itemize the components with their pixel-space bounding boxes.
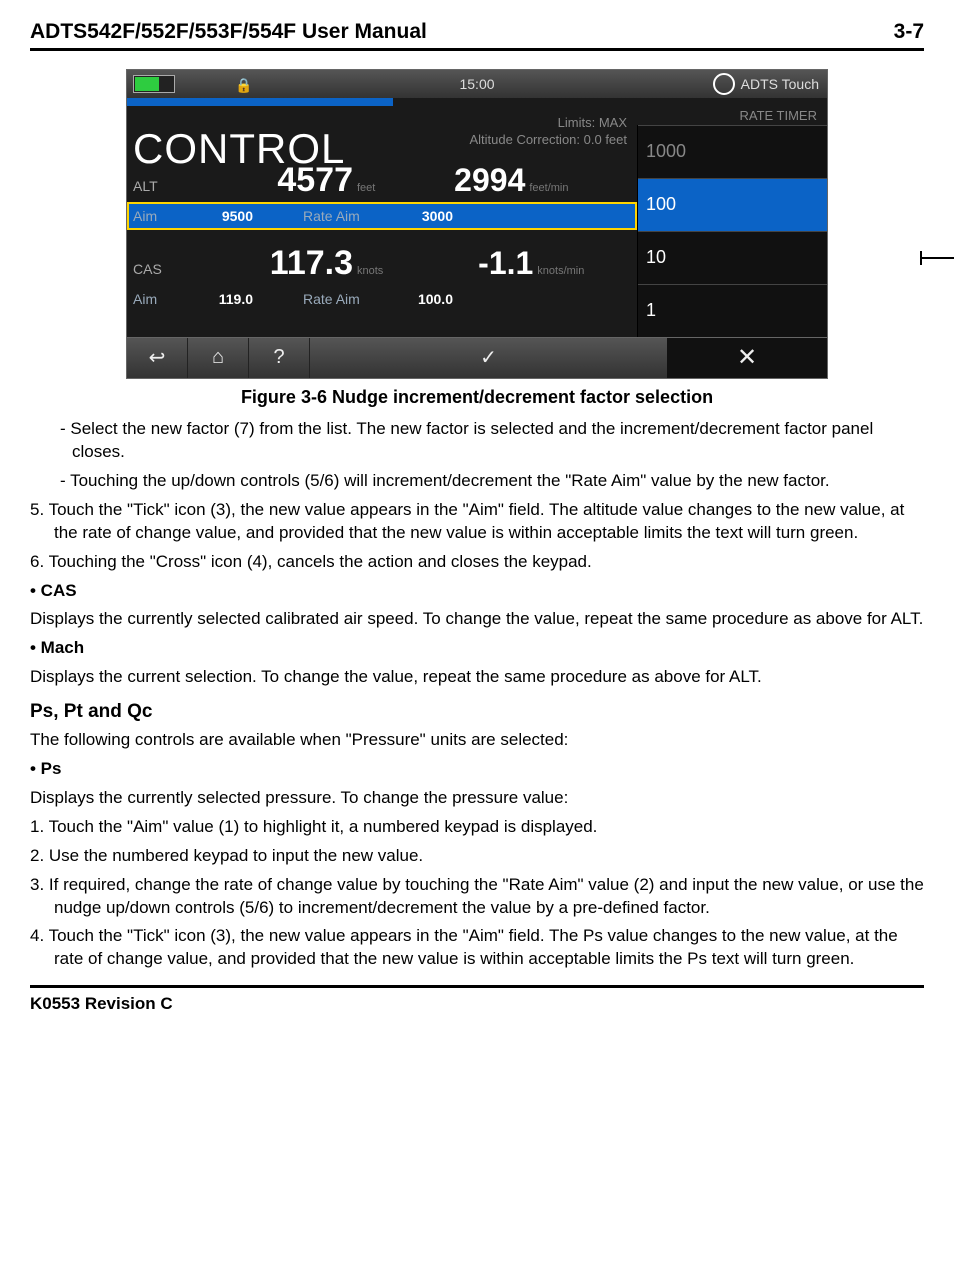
alt-rate: 2994 <box>375 162 525 199</box>
alt-aim-value[interactable]: 9500 <box>183 208 253 224</box>
bottom-toolbar: ↩ ⌂ ? ✓ ✕ <box>127 337 827 378</box>
sub-step-2: - Touching the up/down controls (5/6) wi… <box>30 470 924 493</box>
alt-unit: feet <box>357 182 375 194</box>
ps-step-1: 1. Touch the "Aim" value (1) to highligh… <box>30 816 924 839</box>
alt-rateaim-value[interactable]: 3000 <box>383 208 453 224</box>
cas-value: 117.3 <box>183 244 353 283</box>
factor-option-1000[interactable]: 1000 <box>638 125 827 178</box>
cas-rate: -1.1 <box>383 245 533 282</box>
alt-aim-row[interactable]: Aim 9500 Rate Aim 3000 <box>127 202 637 230</box>
home-icon[interactable]: ⌂ <box>188 338 249 378</box>
ps-heading: • Ps <box>30 758 924 781</box>
progress-strip <box>127 98 393 106</box>
alt-value: 4577 <box>183 161 353 200</box>
mach-paragraph: Displays the current selection. To chang… <box>30 666 924 689</box>
callout-7: 7 <box>922 249 954 267</box>
pressure-intro: The following controls are available whe… <box>30 729 924 752</box>
alt-label: ALT <box>133 178 183 194</box>
cas-aim-value[interactable]: 119.0 <box>183 291 253 307</box>
sub-step-1: - Select the new factor (7) from the lis… <box>30 418 924 464</box>
lock-icon: 🔒 <box>235 77 249 91</box>
factor-option-10[interactable]: 10 <box>638 231 827 284</box>
ps-step-2: 2. Use the numbered keypad to input the … <box>30 845 924 868</box>
cross-icon[interactable]: ✕ <box>667 338 827 378</box>
mach-heading: • Mach <box>30 637 924 660</box>
cas-unit: knots <box>357 265 383 277</box>
alt-rate-unit: feet/min <box>529 182 568 194</box>
callout-line <box>922 257 954 259</box>
cas-rate-unit: knots/min <box>537 265 584 277</box>
factor-option-1[interactable]: 1 <box>638 284 827 337</box>
figure-caption: Figure 3-6 Nudge increment/decrement fac… <box>30 387 924 408</box>
status-bar: 🔒 15:00 ADTS Touch <box>127 70 827 98</box>
cas-rateaim-value[interactable]: 100.0 <box>383 291 453 307</box>
battery-icon <box>133 75 175 93</box>
alt-rateaim-label: Rate Aim <box>303 208 383 224</box>
device-screenshot: 🔒 15:00 ADTS Touch RATE TIMER CONTROL Li… <box>126 69 828 379</box>
ps-paragraph: Displays the currently selected pressure… <box>30 787 924 810</box>
brand-label: ADTS Touch <box>741 76 819 92</box>
alt-aim-label: Aim <box>133 208 183 224</box>
ge-logo-icon <box>713 73 735 95</box>
page-footer: K0553 Revision C <box>30 985 924 1014</box>
cas-aim-row[interactable]: Aim 119.0 Rate Aim 100.0 <box>127 285 637 313</box>
ps-pt-qc-heading: Ps, Pt and Qc <box>30 699 924 725</box>
body-text: - Select the new factor (7) from the lis… <box>30 418 924 971</box>
factor-list: 1000 100 10 1 <box>637 125 827 337</box>
factor-option-100[interactable]: 100 <box>638 178 827 231</box>
clock: 15:00 <box>459 76 494 92</box>
page-number: 3-7 <box>894 20 924 44</box>
step-5: 5. Touch the "Tick" icon (3), the new va… <box>30 499 924 545</box>
revision-label: K0553 Revision C <box>30 994 173 1013</box>
tick-icon[interactable]: ✓ <box>439 345 539 370</box>
ps-step-3: 3. If required, change the rate of chang… <box>30 874 924 920</box>
cas-label: CAS <box>133 261 183 277</box>
cas-paragraph: Displays the currently selected calibrat… <box>30 608 924 631</box>
back-icon[interactable]: ↩ <box>127 338 188 378</box>
ps-step-4: 4. Touch the "Tick" icon (3), the new va… <box>30 925 924 971</box>
cas-heading: • CAS <box>30 580 924 603</box>
step-6: 6. Touching the "Cross" icon (4), cancel… <box>30 551 924 574</box>
figure-container: 🔒 15:00 ADTS Touch RATE TIMER CONTROL Li… <box>30 69 924 379</box>
cas-rateaim-label: Rate Aim <box>303 291 383 307</box>
manual-title: ADTS542F/552F/553F/554F User Manual <box>30 20 427 44</box>
page-header: ADTS542F/552F/553F/554F User Manual 3-7 <box>30 20 924 51</box>
help-icon[interactable]: ? <box>249 338 310 378</box>
rate-timer-label: RATE TIMER <box>739 108 817 123</box>
cas-aim-label: Aim <box>133 291 183 307</box>
